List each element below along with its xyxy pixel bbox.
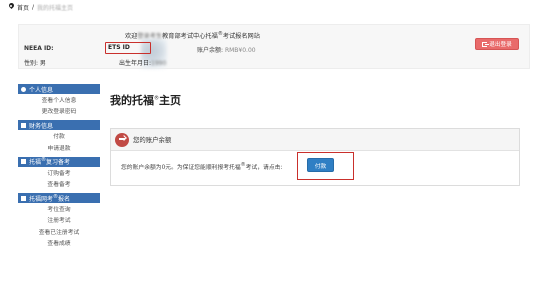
arrow-circle-icon [115, 132, 129, 147]
logout-button[interactable]: 退出登录 [475, 38, 519, 50]
sidebar-section-personal: 个人信息 查看个人信息 更改登录密码 [18, 84, 100, 118]
sidebar-item-register-test[interactable]: 注册考试 [18, 216, 100, 227]
sidebar-item-seat-search[interactable]: 考位查询 [18, 205, 100, 216]
neea-id-label: NEEA ID: [24, 45, 54, 52]
logout-label: 退出登录 [489, 42, 512, 48]
sidebar: 个人信息 查看个人信息 更改登录密码 财务信息 付款 申请退款 托福®复习备考 … [18, 84, 100, 252]
sidebar-section-registration: 托福网考®报名 考位查询 注册考试 查看已注册考试 查看成绩 [18, 193, 100, 250]
sidebar-item-pay[interactable]: 付款 [18, 132, 100, 143]
welcome-org: 教育部考试中心托福 [162, 33, 218, 41]
welcome-prefix: 欢迎 [125, 33, 138, 41]
breadcrumb-home-link[interactable]: 首页 [17, 3, 29, 12]
gender-label: 性别: 男 [24, 60, 46, 67]
sidebar-header-personal-info[interactable]: 个人信息 [18, 84, 100, 94]
account-balance: 账户余额: RMB¥0.00 [197, 45, 256, 54]
edit-icon [21, 195, 26, 201]
location-pin-icon [8, 3, 14, 11]
account-balance-value: RMB¥0.00 [224, 47, 256, 54]
pay-button[interactable]: 付款 [307, 158, 334, 172]
balance-card-header: 您的账户余额 [111, 129, 519, 151]
welcome-suffix: 考试报名网站 [222, 33, 260, 41]
book-icon [21, 159, 26, 165]
user-icon [21, 86, 26, 92]
sidebar-item-view-registered[interactable]: 查看已注册考试 [18, 228, 100, 239]
ets-id-label: ETS ID [105, 42, 151, 54]
sidebar-header-toefl-prep[interactable]: 托福®复习备考 [18, 156, 100, 167]
sidebar-item-change-password[interactable]: 更改登录密码 [18, 107, 100, 118]
birth-date-label: 出生年月日: [119, 60, 152, 67]
sidebar-item-view-scores[interactable]: 查看成绩 [18, 239, 100, 250]
sidebar-item-refund[interactable]: 申请退款 [18, 144, 100, 155]
sidebar-item-order-prep[interactable]: 订购备考 [18, 169, 100, 180]
logout-icon [482, 41, 490, 47]
balance-card-title: 您的账户余额 [133, 136, 172, 144]
card-icon [21, 122, 26, 128]
sidebar-item-view-prep[interactable]: 查看备考 [18, 180, 100, 191]
sidebar-header-toefl-registration[interactable]: 托福网考®报名 [18, 193, 100, 204]
user-header-panel: 欢迎登录考生教育部考试中心托福®考试报名网站 NEEA ID: ETS ID 性… [18, 24, 530, 69]
birth-date-value: 1990 [151, 60, 167, 67]
account-balance-label: 账户余额: [197, 47, 224, 54]
breadcrumb: 首页 / 我的托福主页 [8, 2, 73, 12]
sidebar-section-prep: 托福®复习备考 订购备考 查看备考 [18, 156, 100, 191]
birth-date: 出生年月日:1990 [119, 58, 166, 67]
sidebar-section-finance: 财务信息 付款 申请退款 [18, 120, 100, 154]
page-title: 我的托福®主页 [110, 94, 181, 107]
sidebar-header-finance-info[interactable]: 财务信息 [18, 120, 100, 131]
breadcrumb-separator: / [32, 3, 35, 11]
breadcrumb-current: 我的托福主页 [37, 4, 74, 12]
balance-card-message: 您的账户余额为0元。为保证您能顺利报考托福®考试，请点击: [121, 162, 283, 171]
sidebar-item-view-profile[interactable]: 查看个人信息 [18, 96, 100, 107]
